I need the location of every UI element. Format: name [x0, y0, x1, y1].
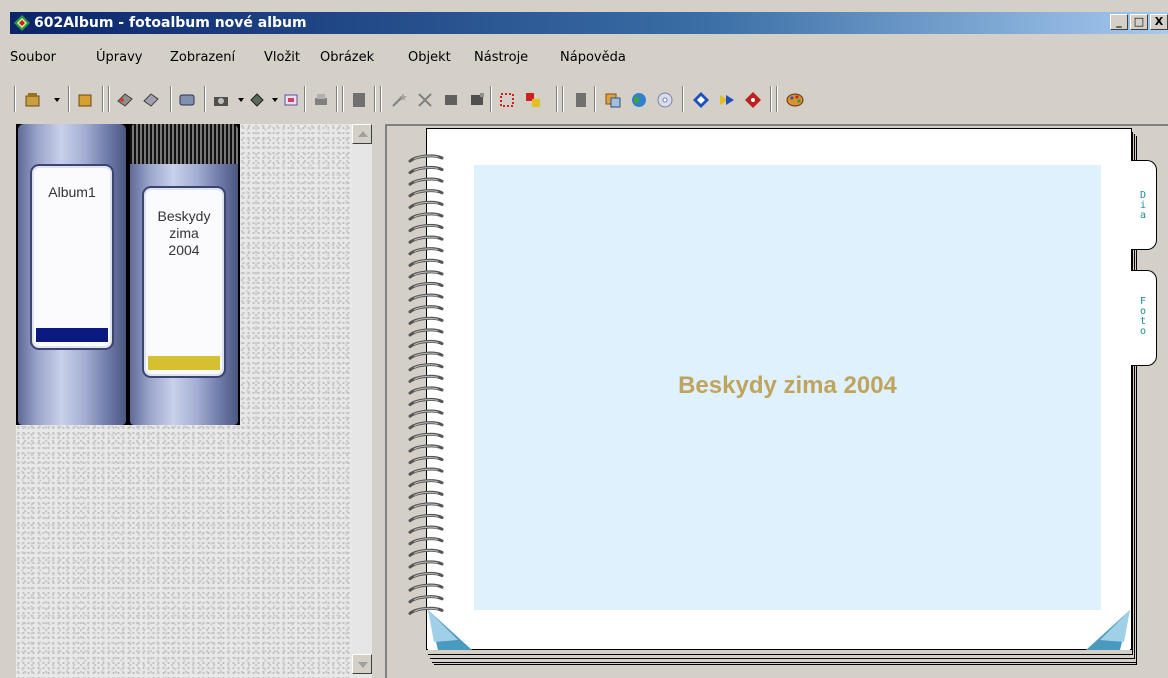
cd-icon[interactable] [656, 91, 674, 109]
toolbar-separator [490, 86, 492, 112]
scroll-down-button[interactable] [352, 654, 372, 674]
page2-icon[interactable] [572, 91, 590, 109]
album-label: Album1 [48, 184, 96, 200]
arrow-down-icon [358, 662, 368, 668]
toolbar-separator [562, 86, 564, 112]
effects-icon[interactable] [416, 91, 434, 109]
app-icon [14, 15, 30, 31]
toolbar-separator [204, 86, 206, 112]
album-shelf-pane: Album1 Beskydy zima 2004 [16, 124, 352, 678]
close-button[interactable]: X [1150, 14, 1168, 30]
album-box-icon[interactable] [24, 91, 42, 109]
menu-upravy[interactable]: Úpravy [96, 50, 142, 65]
toolbar-separator [336, 86, 338, 112]
toolbar-separator [304, 86, 306, 112]
select-icon[interactable] [498, 91, 516, 109]
album-color-band [148, 356, 220, 370]
menu-objekt[interactable]: Objekt [408, 50, 451, 65]
toolbar-separator [102, 86, 104, 112]
album-shelf: Album1 Beskydy zima 2004 [16, 124, 240, 425]
photos-icon[interactable] [116, 91, 134, 109]
menu-obrazek[interactable]: Obrázek [320, 50, 374, 65]
menu-napoveda[interactable]: Nápověda [560, 50, 626, 65]
minimize-button[interactable]: _ [1110, 14, 1128, 30]
tab-foto-label: Foto [1139, 296, 1147, 337]
magic-wand-icon[interactable] [390, 91, 408, 109]
export-icon[interactable] [604, 91, 622, 109]
shelf-scrollbar[interactable] [352, 124, 372, 678]
toolbar-separator [380, 86, 382, 112]
scroll-up-button[interactable] [352, 124, 372, 144]
toolbar-separator [68, 86, 70, 112]
album-label-card: Beskydy zima 2004 [142, 186, 226, 378]
album-open-icon[interactable] [76, 91, 94, 109]
disk-icon[interactable] [248, 91, 266, 109]
toolbar [10, 84, 1168, 118]
album-page-title[interactable]: Beskydy zima 2004 [474, 372, 1101, 400]
crop-icon[interactable] [524, 91, 542, 109]
camera-icon[interactable] [212, 91, 230, 109]
menu-soubor[interactable]: Soubor [10, 50, 56, 65]
menu-vlozit[interactable]: Vložit [264, 50, 300, 65]
web-icon[interactable] [630, 91, 648, 109]
dropdown-arrow-icon[interactable] [272, 98, 278, 102]
window-title: 602Album - fotoalbum nové album [34, 15, 307, 31]
page-corner-left [428, 610, 472, 650]
tab-dia[interactable]: Dia [1131, 160, 1157, 250]
photos-edit-icon[interactable] [142, 91, 160, 109]
toolbar-separator [682, 86, 684, 112]
tab-dia-label: Dia [1139, 190, 1147, 221]
toolbar-separator [770, 86, 772, 112]
arrow-up-icon [358, 131, 368, 137]
album-label: Beskydy zima 2004 [157, 208, 211, 258]
toolbar-separator [556, 86, 558, 112]
menu-zobrazeni[interactable]: Zobrazení [170, 50, 235, 65]
page-icon[interactable] [350, 91, 368, 109]
spiral-binding [408, 154, 444, 615]
frame-icon[interactable] [282, 91, 300, 109]
menu-nastroje[interactable]: Nástroje [474, 50, 528, 65]
binder-rings [130, 124, 238, 164]
navigate-icon[interactable] [692, 91, 710, 109]
diamond-icon[interactable] [744, 91, 762, 109]
toolbar-separator [108, 86, 110, 112]
palette-icon[interactable] [786, 91, 804, 109]
layout-icon[interactable] [442, 91, 460, 109]
dropdown-arrow-icon[interactable] [238, 98, 244, 102]
album-label-card: Album1 [30, 164, 114, 350]
toolbar-separator [374, 86, 376, 112]
toolbar-separator [170, 86, 172, 112]
album-binder-album1[interactable]: Album1 [18, 124, 126, 425]
scanner-icon[interactable] [178, 91, 196, 109]
album-color-band [36, 328, 108, 342]
dropdown-arrow-icon[interactable] [54, 98, 60, 102]
title-bar: 602Album - fotoalbum nové album _ □ X [10, 12, 1168, 34]
forward-icon[interactable] [718, 91, 736, 109]
print-icon[interactable] [312, 91, 330, 109]
page-corner-right [1086, 610, 1130, 650]
album-binder-beskydy[interactable]: Beskydy zima 2004 [130, 124, 238, 425]
toolbar-separator [776, 86, 778, 112]
layout2-icon[interactable] [468, 91, 486, 109]
toolbar-separator [342, 86, 344, 112]
toolbar-separator [594, 86, 596, 112]
toolbar-separator [14, 86, 16, 112]
tab-foto[interactable]: Foto [1131, 270, 1157, 366]
maximize-button[interactable]: □ [1130, 14, 1148, 30]
